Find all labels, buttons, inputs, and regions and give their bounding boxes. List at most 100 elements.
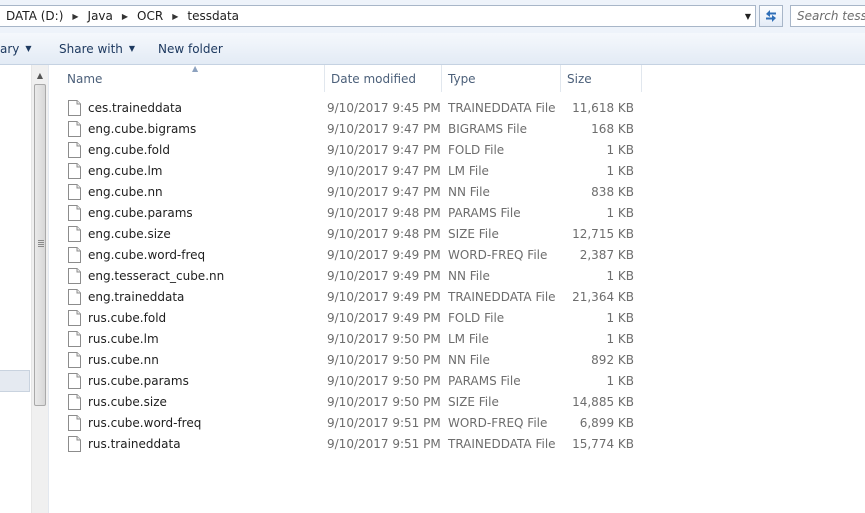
file-type: LM File bbox=[448, 331, 489, 346]
file-date-modified: 9/10/2017 9:48 PM bbox=[327, 226, 441, 241]
file-name: eng.cube.nn bbox=[88, 184, 163, 199]
scrollbar-thumb[interactable] bbox=[34, 84, 46, 406]
nav-scrollbar[interactable]: ▲ bbox=[31, 65, 48, 513]
file-date-modified: 9/10/2017 9:49 PM bbox=[327, 310, 441, 325]
file-icon bbox=[68, 181, 81, 202]
file-size: 2,387 KB bbox=[579, 247, 634, 262]
chevron-right-icon[interactable]: ▶ bbox=[122, 12, 128, 21]
chevron-right-icon[interactable]: ▶ bbox=[172, 12, 178, 21]
file-icon bbox=[68, 118, 81, 139]
file-name: rus.cube.params bbox=[88, 373, 189, 388]
file-name: rus.cube.fold bbox=[88, 310, 167, 325]
column-header-size[interactable]: Size bbox=[561, 65, 642, 92]
column-header-name-label: Name bbox=[67, 71, 103, 86]
nav-selected-item[interactable] bbox=[0, 370, 30, 392]
file-type: SIZE File bbox=[448, 226, 499, 241]
chevron-right-icon[interactable]: ▶ bbox=[72, 12, 78, 21]
file-icon bbox=[68, 244, 81, 265]
file-rows: ces.traineddata 9/10/2017 9:45 PM TRAINE… bbox=[49, 97, 865, 454]
file-size: 1 KB bbox=[606, 268, 634, 283]
file-size: 14,885 KB bbox=[572, 394, 634, 409]
file-name: eng.cube.bigrams bbox=[88, 121, 197, 136]
new-folder-button[interactable]: New folder bbox=[158, 33, 223, 64]
file-icon bbox=[68, 391, 81, 412]
file-type: FOLD File bbox=[448, 310, 505, 325]
column-header-name[interactable]: Name ▲ bbox=[61, 64, 325, 92]
file-row[interactable]: eng.traineddata 9/10/2017 9:49 PM TRAINE… bbox=[49, 286, 865, 307]
file-row[interactable]: eng.cube.word-freq 9/10/2017 9:49 PM WOR… bbox=[49, 244, 865, 265]
file-type: WORD-FREQ File bbox=[448, 415, 548, 430]
file-row[interactable]: rus.cube.params 9/10/2017 9:50 PM PARAMS… bbox=[49, 370, 865, 391]
address-bar[interactable]: DATA (D:) ▶ Java ▶ OCR ▶ tessdata ▼ bbox=[0, 5, 756, 27]
library-menu-button[interactable]: ary ▼ bbox=[0, 33, 32, 64]
file-date-modified: 9/10/2017 9:50 PM bbox=[327, 331, 441, 346]
column-header-date[interactable]: Date modified bbox=[325, 65, 442, 92]
file-size: 15,774 KB bbox=[572, 436, 634, 451]
file-date-modified: 9/10/2017 9:47 PM bbox=[327, 184, 441, 199]
breadcrumb-java[interactable]: Java bbox=[88, 9, 113, 23]
library-menu-label: ary bbox=[0, 41, 20, 56]
file-row[interactable]: rus.cube.nn 9/10/2017 9:50 PM NN File 89… bbox=[49, 349, 865, 370]
file-name: eng.cube.fold bbox=[88, 142, 170, 157]
file-type: TRAINEDDATA File bbox=[448, 289, 556, 304]
file-type: SIZE File bbox=[448, 394, 499, 409]
file-name: eng.cube.lm bbox=[88, 163, 163, 178]
file-icon bbox=[68, 97, 81, 118]
file-row[interactable]: eng.cube.params 9/10/2017 9:48 PM PARAMS… bbox=[49, 202, 865, 223]
column-header-type-label: Type bbox=[448, 71, 476, 86]
file-row[interactable]: eng.cube.nn 9/10/2017 9:47 PM NN File 83… bbox=[49, 181, 865, 202]
file-row[interactable]: rus.cube.fold 9/10/2017 9:49 PM FOLD Fil… bbox=[49, 307, 865, 328]
file-size: 1 KB bbox=[606, 163, 634, 178]
file-row[interactable]: eng.tesseract_cube.nn 9/10/2017 9:49 PM … bbox=[49, 265, 865, 286]
file-row[interactable]: rus.traineddata 9/10/2017 9:51 PM TRAINE… bbox=[49, 433, 865, 454]
breadcrumb-drive[interactable]: DATA (D:) bbox=[6, 9, 63, 23]
file-date-modified: 9/10/2017 9:50 PM bbox=[327, 373, 441, 388]
refresh-button[interactable] bbox=[759, 5, 783, 27]
file-type: PARAMS File bbox=[448, 205, 521, 220]
scroll-up-arrow-icon[interactable]: ▲ bbox=[32, 67, 48, 83]
file-list: Name ▲ Date modified Type Size ces.train… bbox=[49, 64, 865, 513]
command-bar: ary ▼ Share with ▼ New folder bbox=[0, 33, 865, 65]
column-header-row: Name ▲ Date modified Type Size bbox=[49, 64, 865, 92]
file-date-modified: 9/10/2017 9:50 PM bbox=[327, 352, 441, 367]
file-size: 168 KB bbox=[591, 121, 634, 136]
file-size: 1 KB bbox=[606, 205, 634, 220]
file-date-modified: 9/10/2017 9:45 PM bbox=[327, 100, 441, 115]
chevron-down-icon: ▼ bbox=[128, 44, 136, 53]
file-row[interactable]: rus.cube.word-freq 9/10/2017 9:51 PM WOR… bbox=[49, 412, 865, 433]
file-type: NN File bbox=[448, 352, 490, 367]
breadcrumb-ocr[interactable]: OCR bbox=[137, 9, 163, 23]
file-type: TRAINEDDATA File bbox=[448, 100, 556, 115]
file-name: rus.cube.nn bbox=[88, 352, 159, 367]
file-size: 1 KB bbox=[606, 331, 634, 346]
file-name: eng.tesseract_cube.nn bbox=[88, 268, 225, 283]
file-size: 1 KB bbox=[606, 310, 634, 325]
file-row[interactable]: eng.cube.lm 9/10/2017 9:47 PM LM File 1 … bbox=[49, 160, 865, 181]
share-with-button[interactable]: Share with ▼ bbox=[59, 33, 135, 64]
file-type: LM File bbox=[448, 163, 489, 178]
file-date-modified: 9/10/2017 9:49 PM bbox=[327, 289, 441, 304]
file-row[interactable]: eng.cube.fold 9/10/2017 9:47 PM FOLD Fil… bbox=[49, 139, 865, 160]
file-row[interactable]: rus.cube.size 9/10/2017 9:50 PM SIZE Fil… bbox=[49, 391, 865, 412]
file-name: rus.cube.size bbox=[88, 394, 167, 409]
navigation-pane: ▲ bbox=[0, 65, 49, 513]
search-box[interactable] bbox=[790, 5, 865, 27]
file-row[interactable]: eng.cube.bigrams 9/10/2017 9:47 PM BIGRA… bbox=[49, 118, 865, 139]
sort-ascending-icon: ▲ bbox=[192, 64, 199, 73]
file-row[interactable]: ces.traineddata 9/10/2017 9:45 PM TRAINE… bbox=[49, 97, 865, 118]
file-size: 1 KB bbox=[606, 373, 634, 388]
file-date-modified: 9/10/2017 9:47 PM bbox=[327, 142, 441, 157]
file-date-modified: 9/10/2017 9:47 PM bbox=[327, 163, 441, 178]
breadcrumb-tessdata[interactable]: tessdata bbox=[187, 9, 239, 23]
search-input[interactable] bbox=[791, 6, 865, 26]
chevron-down-icon[interactable]: ▼ bbox=[741, 6, 755, 26]
file-date-modified: 9/10/2017 9:49 PM bbox=[327, 247, 441, 262]
file-row[interactable]: rus.cube.lm 9/10/2017 9:50 PM LM File 1 … bbox=[49, 328, 865, 349]
file-row[interactable]: eng.cube.size 9/10/2017 9:48 PM SIZE Fil… bbox=[49, 223, 865, 244]
file-size: 892 KB bbox=[591, 352, 634, 367]
column-header-type[interactable]: Type bbox=[442, 65, 561, 92]
file-name: eng.cube.params bbox=[88, 205, 193, 220]
file-name: eng.cube.size bbox=[88, 226, 171, 241]
file-date-modified: 9/10/2017 9:51 PM bbox=[327, 436, 441, 451]
file-type: BIGRAMS File bbox=[448, 121, 527, 136]
